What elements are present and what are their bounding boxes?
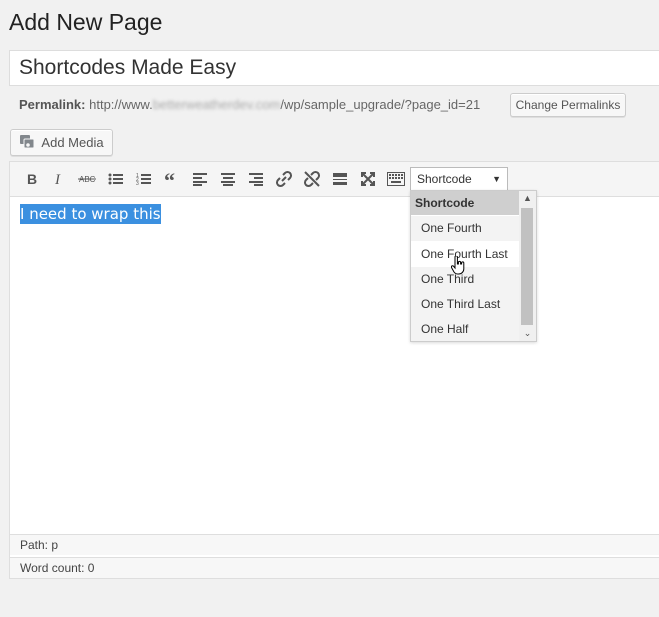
path-bar: Path: p	[10, 534, 659, 555]
permalink-row: Permalink: http://www.betterweatherdev.c…	[19, 96, 480, 114]
link-icon[interactable]	[273, 168, 295, 190]
permalink-label: Permalink:	[19, 97, 86, 112]
selected-text[interactable]: I need to wrap this	[20, 204, 161, 224]
more-tag-icon[interactable]	[329, 168, 351, 190]
dropdown-item-one-third[interactable]: One Third	[411, 267, 519, 292]
page-title: Add New Page	[9, 9, 163, 35]
bullet-list-icon[interactable]	[105, 168, 127, 190]
scroll-up-icon[interactable]: ▲	[521, 191, 534, 206]
numbered-list-icon[interactable]: 123	[133, 168, 155, 190]
dropdown-scrollbar[interactable]: ▲ ⌄	[519, 191, 536, 341]
dropdown-item-one-fourth[interactable]: One Fourth	[411, 216, 519, 241]
mouse-cursor-icon	[450, 255, 465, 281]
kitchen-sink-icon[interactable]	[385, 168, 407, 190]
shortcode-dropdown: Shortcode One Fourth One Fourth Last One…	[410, 190, 537, 342]
permalink-url-prefix[interactable]: http://www.	[89, 97, 153, 112]
word-count: Word count: 0	[10, 557, 659, 578]
svg-text:B: B	[27, 172, 37, 186]
editor-content[interactable]: I need to wrap this	[10, 197, 659, 550]
editor-toolbar: B I ABC 123 “ Shortcode ▼	[10, 162, 659, 197]
svg-text:I: I	[54, 172, 61, 186]
align-center-icon[interactable]	[217, 168, 239, 190]
media-icon	[19, 133, 35, 152]
italic-icon[interactable]: I	[48, 168, 70, 190]
svg-text:3: 3	[136, 181, 139, 186]
shortcode-select[interactable]: Shortcode ▼	[410, 167, 508, 191]
post-title-input[interactable]: Shortcodes Made Easy	[9, 50, 659, 86]
add-media-label: Add Media	[41, 135, 104, 150]
permalink-url-blurred[interactable]: betterweatherdev.com	[153, 97, 281, 112]
svg-text:“: “	[164, 172, 175, 186]
permalink-url-suffix[interactable]: /wp/sample_upgrade/?page_id=21	[280, 97, 480, 112]
add-media-button[interactable]: Add Media	[10, 129, 113, 156]
scroll-thumb[interactable]	[521, 208, 533, 325]
align-left-icon[interactable]	[189, 168, 211, 190]
editor: B I ABC 123 “ Shortcode ▼ I need to wrap…	[9, 161, 659, 579]
dropdown-header: Shortcode	[411, 191, 519, 215]
dropdown-item-one-third-last[interactable]: One Third Last	[411, 292, 519, 317]
blockquote-icon[interactable]: “	[161, 168, 183, 190]
shortcode-select-value: Shortcode	[417, 172, 472, 186]
chevron-down-icon[interactable]: ⌄	[521, 326, 534, 341]
bold-icon[interactable]: B	[21, 168, 43, 190]
fullscreen-icon[interactable]	[357, 168, 379, 190]
strikethrough-icon[interactable]: ABC	[76, 168, 98, 190]
change-permalinks-button[interactable]: Change Permalinks	[510, 93, 626, 117]
dropdown-item-one-half[interactable]: One Half	[411, 317, 519, 341]
unlink-icon[interactable]	[301, 168, 323, 190]
dropdown-item-one-fourth-last[interactable]: One Fourth Last	[411, 242, 519, 267]
chevron-down-icon: ▼	[492, 174, 501, 184]
align-right-icon[interactable]	[245, 168, 267, 190]
